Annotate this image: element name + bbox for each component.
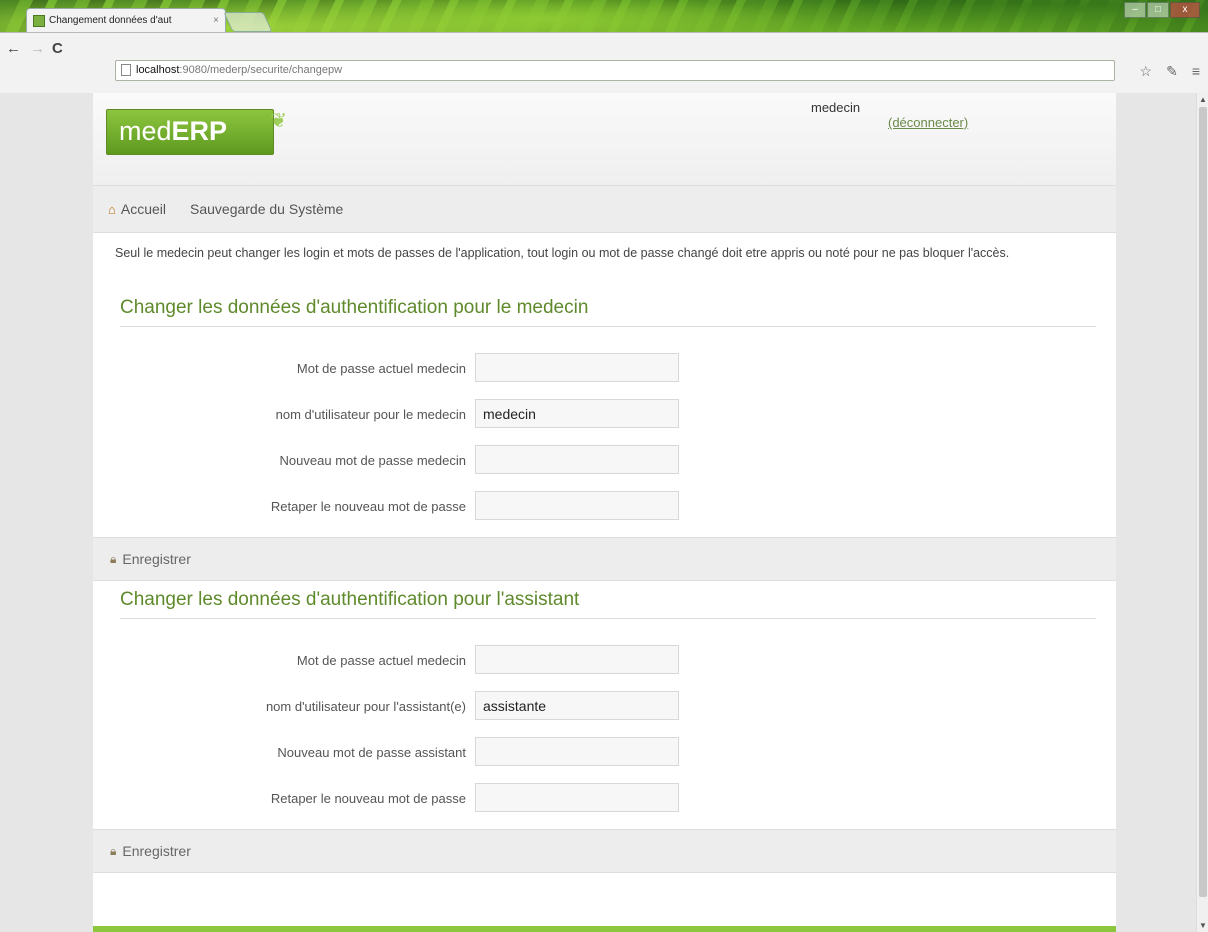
assistant-save-label: Enregistrer	[122, 843, 191, 859]
medecin-current-password-input[interactable]	[475, 353, 679, 382]
browser-tab[interactable]: Changement données d'aut ×	[26, 8, 226, 32]
intro-text: Seul le medecin peut changer les login e…	[115, 246, 1010, 260]
maximize-icon[interactable]: □	[1147, 2, 1169, 18]
bookmark-star-icon[interactable]: ☆	[1140, 63, 1153, 80]
form-row: Nouveau mot de passe assistant	[93, 737, 1116, 783]
assistant-retype-password-input[interactable]	[475, 783, 679, 812]
reload-icon[interactable]: C	[52, 40, 63, 57]
favicon-icon	[33, 14, 45, 27]
form-row: Mot de passe actuel medecin	[93, 353, 1116, 399]
assistant-section-title: Changer les données d'authentification p…	[120, 589, 1096, 619]
main-menu: ⌂ Accueil Sauvegarde du Système	[93, 186, 1116, 233]
medecin-section-title: Changer les données d'authentification p…	[120, 297, 1096, 327]
medecin-save-button[interactable]: 🔒︎ Enregistrer	[93, 537, 1116, 581]
logo-prefix: med	[119, 116, 172, 146]
scroll-up-icon[interactable]: ▲	[1199, 95, 1207, 104]
page-container: medERP ❦ medecin (déconnecter) ⌂ Accueil …	[93, 93, 1116, 932]
scroll-down-icon[interactable]: ▼	[1199, 921, 1207, 930]
extension-icon[interactable]: ✎	[1166, 63, 1178, 80]
medecin-username-label: nom d'utilisateur pour le medecin	[275, 407, 466, 422]
menu-item-home[interactable]: ⌂ Accueil	[108, 201, 166, 217]
toolbar-actions: ☆ ✎ ≡	[1140, 63, 1200, 80]
form-row: Retaper le nouveau mot de passe	[93, 783, 1116, 829]
logo[interactable]: medERP ❦	[106, 109, 287, 155]
url-path: :9080/mederp/securite/changepw	[179, 64, 343, 76]
user-name: medecin	[811, 100, 861, 115]
assistant-current-password-input[interactable]	[475, 645, 679, 674]
form-row: nom d'utilisateur pour le medecin medeci…	[93, 399, 1116, 445]
footer-band	[93, 926, 1116, 932]
new-tab-button[interactable]	[223, 12, 273, 32]
form-row: Retaper le nouveau mot de passe	[93, 491, 1116, 537]
assistant-new-password-input[interactable]	[475, 737, 679, 766]
lock-icon: 🔒︎	[110, 843, 117, 858]
assistant-username-label: nom d'utilisateur pour l'assistant(e)	[265, 699, 466, 714]
vertical-scrollbar[interactable]: ▲ ▼	[1196, 93, 1208, 932]
page-viewport: medERP ❦ medecin (déconnecter) ⌂ Accueil …	[0, 93, 1196, 932]
assistant-form: Mot de passe actuel medecin nom d'utilis…	[93, 619, 1116, 829]
browser-toolbar: ← → C localhost:9080/mederp/securite/cha…	[0, 32, 1208, 93]
medecin-save-label: Enregistrer	[122, 551, 191, 567]
forward-arrow-icon[interactable]: →	[30, 40, 45, 57]
house-icon: ⌂	[108, 202, 116, 217]
leaf-icon: ❦	[270, 110, 287, 132]
medecin-retype-password-input[interactable]	[475, 491, 679, 520]
page-icon	[121, 64, 131, 76]
tab-title: Changement données d'aut	[49, 15, 172, 26]
logo-bold: ERP	[171, 116, 228, 146]
lock-icon: 🔒︎	[110, 551, 117, 566]
menu-item-backup[interactable]: Sauvegarde du Système	[190, 201, 343, 217]
form-row: Nouveau mot de passe medecin	[93, 445, 1116, 491]
minimize-icon[interactable]: –	[1124, 2, 1146, 18]
url-host: localhost	[136, 64, 180, 76]
window-controls: – □ x	[1124, 2, 1200, 18]
menu-item-home-label: Accueil	[120, 201, 166, 217]
medecin-new-password-input[interactable]	[475, 445, 679, 474]
form-row: Mot de passe actuel medecin	[93, 645, 1116, 691]
site-header: medERP ❦ medecin (déconnecter)	[93, 93, 1116, 186]
assistant-retype-password-label: Retaper le nouveau mot de passe	[270, 791, 466, 806]
logout-link[interactable]: (déconnecter)	[888, 115, 968, 130]
assistant-username-input[interactable]: assistante	[475, 691, 679, 720]
assistant-new-password-label: Nouveau mot de passe assistant	[277, 745, 466, 760]
form-row: nom d'utilisateur pour l'assistant(e) as…	[93, 691, 1116, 737]
address-bar[interactable]: localhost:9080/mederp/securite/changepw	[115, 60, 1115, 81]
assistant-save-button[interactable]: 🔒︎ Enregistrer	[93, 829, 1116, 873]
medecin-username-input[interactable]: medecin	[475, 399, 679, 428]
scrollbar-thumb[interactable]	[1199, 107, 1207, 897]
menu-icon[interactable]: ≡	[1192, 63, 1200, 80]
medecin-form: Mot de passe actuel medecin nom d'utilis…	[93, 327, 1116, 537]
medecin-new-password-label: Nouveau mot de passe medecin	[279, 453, 466, 468]
medecin-retype-password-label: Retaper le nouveau mot de passe	[270, 499, 466, 514]
tab-close-icon[interactable]: ×	[213, 15, 219, 26]
assistant-current-password-label: Mot de passe actuel medecin	[296, 653, 466, 668]
medecin-current-password-label: Mot de passe actuel medecin	[296, 361, 466, 376]
close-window-icon[interactable]: x	[1170, 2, 1200, 18]
back-arrow-icon[interactable]: ←	[6, 40, 21, 57]
